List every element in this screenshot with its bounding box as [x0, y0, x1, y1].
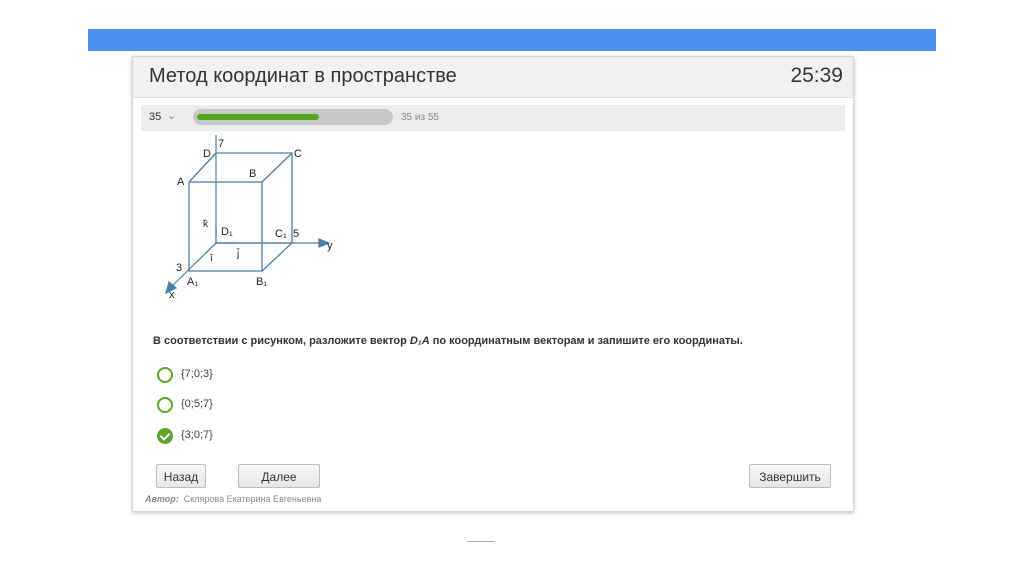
- vertex-A: A: [177, 176, 185, 188]
- axis-y-label: y: [327, 240, 333, 252]
- progress-text: 35 из 55: [401, 112, 439, 123]
- question-text-before: В соответствии с рисунком, разложите век…: [153, 335, 410, 347]
- answer-option-label: {3;0;7}: [181, 429, 213, 441]
- answer-option-label: {7;0;3}: [181, 368, 213, 380]
- back-button[interactable]: Назад: [156, 464, 206, 488]
- question-text-after: по координатным векторам и запишите его …: [429, 335, 743, 347]
- vertex-B1: B₁: [256, 276, 267, 288]
- cube-figure: z y x 7 5 3 D C A B D₁ C₁ A₁ B₁ k̄ ī j̄: [165, 135, 333, 301]
- progress-fill: [197, 114, 319, 120]
- axis-x-label: x: [169, 289, 175, 301]
- top-blue-bar: [88, 29, 936, 51]
- vertex-B: B: [249, 168, 256, 180]
- vertex-C1: C₁: [275, 228, 287, 240]
- answer-option-label: {0;5;7}: [181, 398, 213, 410]
- vertex-D1: D₁: [221, 226, 233, 238]
- cube-edge-BC: [261, 152, 293, 183]
- next-button[interactable]: Далее: [238, 464, 320, 488]
- question-text: В соответствии с рисунком, разложите век…: [153, 335, 743, 347]
- vector-i-label: ī: [210, 253, 213, 264]
- author-name: Склярова Екатерина Евгеньевна: [183, 494, 322, 504]
- page-title: Метод координат в пространстве: [149, 65, 457, 87]
- author-line: Автор: Склярова Екатерина Евгеньевна: [145, 494, 321, 504]
- vertex-C: C: [294, 148, 302, 160]
- progress-row: 35 ⌄ 35 из 55: [141, 105, 845, 131]
- finish-button[interactable]: Завершить: [749, 464, 831, 488]
- chevron-down-icon[interactable]: ⌄: [167, 109, 176, 122]
- radio-button[interactable]: [157, 367, 173, 383]
- progress-bar: [193, 109, 393, 125]
- radio-button-checked[interactable]: [157, 428, 173, 444]
- quiz-header: Метод координат в пространстве 25:39: [133, 57, 853, 98]
- vertex-A1: A₁: [187, 276, 198, 288]
- tick-7: 7: [218, 138, 224, 150]
- vector-k-label: k̄: [203, 219, 209, 230]
- question-vector: D₁A: [409, 335, 430, 347]
- vector-j-label: j̄: [236, 247, 240, 260]
- radio-button[interactable]: [157, 397, 173, 413]
- cube-edge-B1C1: [261, 242, 293, 272]
- tick-3: 3: [176, 262, 182, 274]
- question-selector[interactable]: 35: [149, 111, 161, 123]
- author-label: Автор:: [145, 494, 179, 504]
- tick-5: 5: [293, 228, 299, 240]
- quiz-card: Метод координат в пространстве 25:39 35 …: [132, 56, 854, 512]
- slide-divider: [467, 541, 495, 542]
- timer: 25:39: [790, 64, 843, 87]
- vertex-D: D: [203, 148, 211, 160]
